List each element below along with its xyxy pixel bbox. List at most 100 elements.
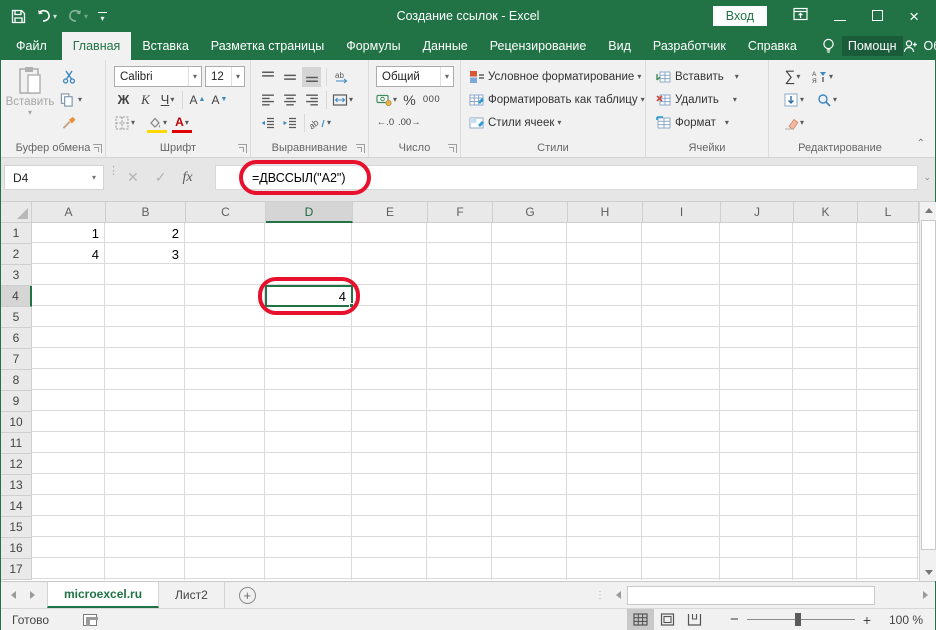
tab-главная[interactable]: Главная	[61, 32, 132, 60]
font-dialog-launcher[interactable]	[238, 144, 247, 153]
increase-indent-button[interactable]	[280, 113, 299, 133]
decrease-indent-button[interactable]	[258, 113, 277, 133]
fill-color-button[interactable]: ▾	[146, 113, 168, 133]
column-header-I[interactable]: I	[643, 202, 721, 223]
formula-input[interactable]: =ДВССЫЛ("A2")	[215, 165, 918, 190]
row-header-17[interactable]: 17	[1, 559, 32, 580]
column-header-H[interactable]: H	[568, 202, 643, 223]
row-header-2[interactable]: 2	[1, 244, 32, 265]
cut-button[interactable]	[61, 66, 77, 87]
align-right-button[interactable]	[302, 90, 321, 110]
autosum-button[interactable]: ∑ ▾	[783, 67, 802, 87]
customize-qat-button[interactable]: ▾	[98, 11, 108, 22]
cell-A1[interactable]: 1	[32, 223, 104, 244]
alignment-dialog-launcher[interactable]	[356, 144, 365, 153]
font-family-select[interactable]: Calibri ▾	[114, 66, 202, 87]
redo-dropdown-icon[interactable]: ▾	[84, 12, 88, 21]
borders-dropdown-icon[interactable]: ▾	[131, 118, 135, 127]
column-header-L[interactable]: L	[858, 202, 919, 223]
clear-dropdown-icon[interactable]: ▾	[800, 118, 804, 127]
wrap-text-button[interactable]: ab	[332, 67, 351, 87]
vertical-scrollbar[interactable]	[919, 202, 936, 581]
column-header-F[interactable]: F	[428, 202, 493, 223]
number-dialog-launcher[interactable]	[448, 144, 457, 153]
row-header-8[interactable]: 8	[1, 370, 32, 391]
align-center-button[interactable]	[280, 90, 299, 110]
font-size-select[interactable]: 12 ▾	[205, 66, 245, 87]
percent-style-button[interactable]: %	[400, 90, 419, 110]
column-header-D[interactable]: D	[266, 202, 353, 223]
copy-button[interactable]: ▾	[59, 89, 82, 110]
collapse-ribbon-button[interactable]: ⌃	[917, 138, 925, 149]
sort-filter-button[interactable]: АЯ ▾	[812, 67, 833, 87]
underline-button[interactable]: Ч ▾	[158, 90, 177, 110]
column-header-C[interactable]: C	[186, 202, 266, 223]
merge-dropdown-icon[interactable]: ▾	[349, 95, 353, 104]
number-format-dropdown-icon[interactable]: ▾	[439, 67, 453, 86]
tell-me-input[interactable]: Помощн	[841, 36, 903, 56]
fill-color-dropdown-icon[interactable]: ▾	[163, 118, 167, 127]
conditional-formatting-button[interactable]: Условное форматирование ▾	[469, 66, 641, 87]
horizontal-scrollbar-thumb[interactable]	[627, 585, 875, 605]
row-header-5[interactable]: 5	[1, 307, 32, 328]
zoom-slider-thumb[interactable]	[794, 613, 801, 626]
new-sheet-button[interactable]: +	[238, 582, 256, 608]
find-dropdown-icon[interactable]: ▾	[833, 95, 837, 104]
zoom-slider-track[interactable]	[746, 613, 855, 626]
undo-dropdown-icon[interactable]: ▾	[53, 12, 57, 21]
close-button[interactable]: ×	[909, 8, 919, 25]
row-header-14[interactable]: 14	[1, 496, 32, 517]
align-bottom-button[interactable]	[302, 66, 321, 87]
find-select-button[interactable]: ▾	[816, 90, 837, 110]
tab-вставка[interactable]: Вставка	[131, 32, 199, 60]
bold-button[interactable]: Ж	[114, 90, 133, 110]
row-header-4[interactable]: 4	[1, 286, 32, 307]
column-header-B[interactable]: B	[106, 202, 186, 223]
align-top-button[interactable]	[258, 67, 277, 87]
cancel-formula-button[interactable]: ✕	[127, 169, 139, 186]
zoom-out-button[interactable]: −	[730, 611, 739, 628]
vertical-scrollbar-thumb[interactable]	[921, 220, 936, 550]
decrease-decimal-button[interactable]: .00→	[398, 113, 421, 133]
row-header-12[interactable]: 12	[1, 454, 32, 475]
underline-dropdown-icon[interactable]: ▾	[170, 95, 174, 104]
row-header-16[interactable]: 16	[1, 538, 32, 559]
formula-bar-resize-handle[interactable]: ⋮	[108, 166, 119, 177]
fill-dropdown-icon[interactable]: ▾	[800, 95, 804, 104]
column-header-K[interactable]: K	[794, 202, 858, 223]
enter-formula-button[interactable]: ✓	[155, 169, 167, 186]
tab-справка[interactable]: Справка	[737, 32, 808, 60]
column-header-J[interactable]: J	[721, 202, 794, 223]
format-painter-button[interactable]	[61, 112, 77, 133]
minimize-button[interactable]	[834, 9, 847, 23]
tab-разметка-страницы[interactable]: Разметка страницы	[200, 32, 335, 60]
font-color-button[interactable]: А ▾	[171, 113, 193, 133]
paste-dropdown-icon[interactable]: ▾	[28, 108, 32, 117]
page-break-view-button[interactable]	[681, 609, 708, 630]
expand-formula-bar-icon[interactable]: ⌄	[923, 172, 931, 183]
zoom-in-button[interactable]: +	[863, 612, 871, 628]
column-header-E[interactable]: E	[353, 202, 428, 223]
fill-button[interactable]: ▾	[783, 90, 804, 110]
align-middle-button[interactable]	[280, 67, 299, 87]
ribbon-display-options-button[interactable]	[793, 7, 808, 26]
sign-in-button[interactable]: Вход	[712, 6, 768, 26]
horizontal-scrollbar[interactable]: ⋮	[595, 582, 935, 608]
delete-cells-button[interactable]: Удалить ▾	[656, 89, 737, 110]
macro-record-button[interactable]	[83, 613, 99, 626]
save-button[interactable]	[11, 9, 26, 24]
sheet-tab-second[interactable]: Лист2	[159, 582, 225, 608]
grow-font-button[interactable]: А ▲	[188, 90, 207, 110]
clear-button[interactable]: ▾	[783, 113, 804, 133]
paste-button[interactable]: Вставить ▾	[6, 66, 54, 134]
row-header-11[interactable]: 11	[1, 433, 32, 454]
scroll-up-button[interactable]	[921, 202, 936, 219]
row-header-1[interactable]: 1	[1, 223, 32, 244]
clipboard-dialog-launcher[interactable]	[93, 144, 102, 153]
normal-view-button[interactable]	[627, 609, 655, 630]
cell-styles-button[interactable]: Стили ячеек ▾	[469, 112, 561, 133]
horizontal-scrollbar-track[interactable]	[627, 585, 917, 605]
column-header-A[interactable]: A	[32, 202, 106, 223]
row-header-3[interactable]: 3	[1, 265, 32, 286]
increase-decimal-button[interactable]: ←.0	[376, 113, 395, 133]
